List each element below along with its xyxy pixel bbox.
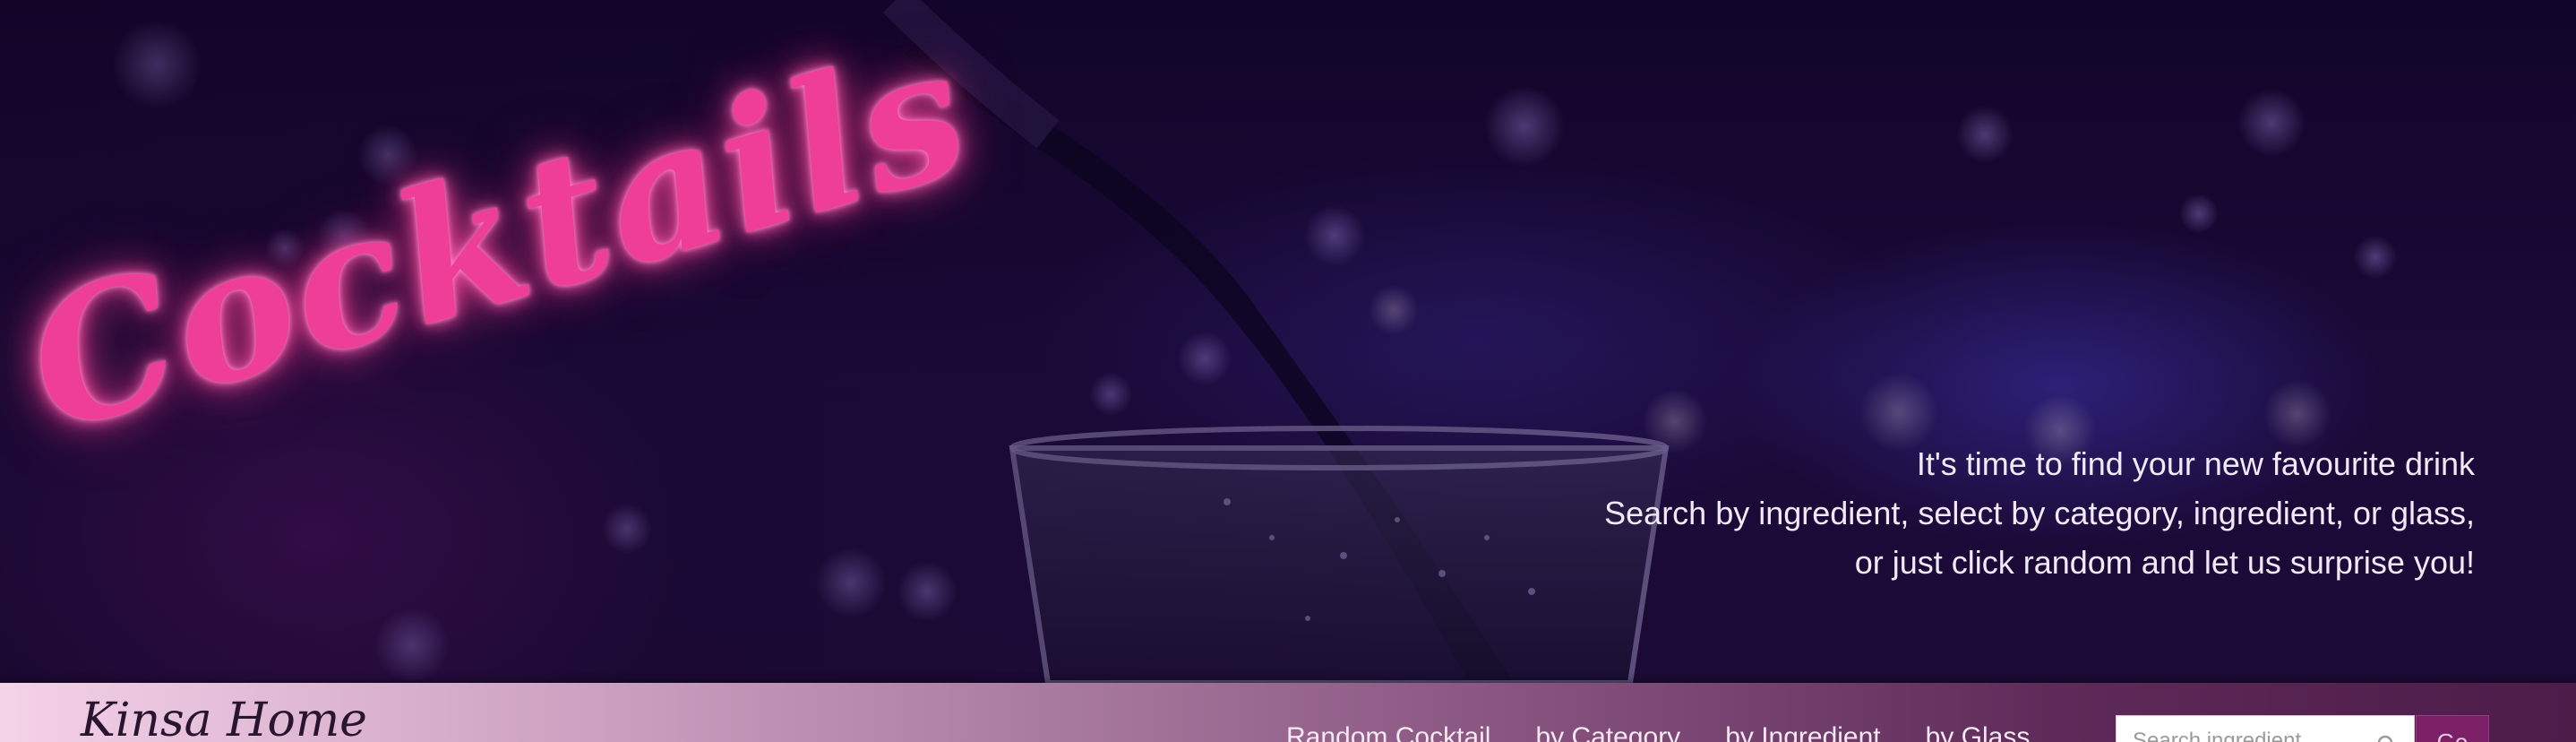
tagline-line: It's time to find your new favourite dri… xyxy=(1916,445,2475,482)
nav-links: Random Cocktail by Category by Ingredien… xyxy=(1286,722,2074,742)
nav-link-by-glass[interactable]: by Glass xyxy=(1926,722,2031,742)
hero-tagline: It's time to find your new favourite dri… xyxy=(1310,439,2475,587)
search-input[interactable] xyxy=(2117,716,2358,742)
top-navbar: Kinsa Home Random Cocktail by Category b… xyxy=(0,683,2576,742)
home-link[interactable]: Kinsa Home xyxy=(81,694,367,742)
go-button[interactable]: Go xyxy=(2416,715,2489,742)
nav-link-by-ingredient[interactable]: by Ingredient xyxy=(1725,722,1880,742)
nav-link-random-cocktail[interactable]: Random Cocktail xyxy=(1286,722,1490,742)
tagline-line: or just click random and let us surprise… xyxy=(1854,544,2475,581)
search-icon[interactable] xyxy=(2376,734,2400,742)
tagline-line: Search by ingredient, select by category… xyxy=(1604,495,2475,531)
nav-link-by-category[interactable]: by Category xyxy=(1535,722,1680,742)
hero-banner: Cocktails It's time to find your new fav… xyxy=(0,0,2576,683)
search-box xyxy=(2116,715,2415,742)
